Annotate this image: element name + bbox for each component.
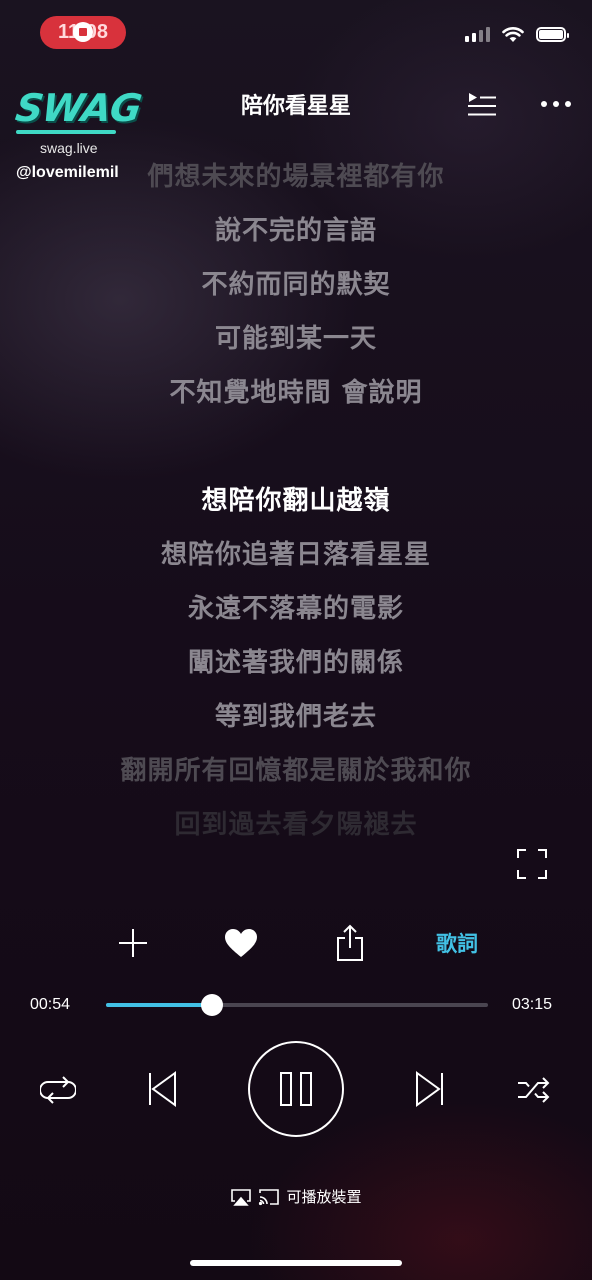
lyric-line[interactable]: 闡述著我們的關係	[0, 642, 592, 679]
lyrics-panel[interactable]: 們想未來的場景裡都有你 說不完的言語 不約而同的默契 可能到某一天 不知覺地時間…	[0, 150, 592, 840]
status-bar: 11:08	[0, 0, 592, 70]
shuffle-icon[interactable]	[514, 1070, 554, 1110]
lyric-line[interactable]: 不約而同的默契	[0, 264, 592, 301]
lyric-line[interactable]: 想陪你追著日落看星星	[0, 534, 592, 571]
fullscreen-icon[interactable]	[516, 848, 548, 880]
lyric-line[interactable]: 們想未來的場景裡都有你	[0, 156, 592, 193]
lyric-line[interactable]: 回到過去看夕陽褪去	[0, 804, 592, 840]
lyric-line[interactable]: 不知覺地時間 會說明	[0, 372, 592, 409]
brand-logo: SWAG	[12, 86, 144, 130]
airplay-icon	[231, 1188, 252, 1206]
repeat-icon[interactable]	[38, 1070, 78, 1110]
wifi-icon	[502, 27, 524, 42]
lyric-line[interactable]: 永遠不落幕的電影	[0, 588, 592, 625]
share-icon[interactable]	[327, 920, 373, 966]
progress-fill	[106, 1003, 212, 1007]
tab-lyrics[interactable]: 歌詞	[436, 928, 478, 958]
progress-slider[interactable]	[106, 994, 488, 1016]
status-icons	[465, 26, 569, 43]
elapsed-time: 00:54	[30, 996, 71, 1013]
action-row	[0, 920, 592, 966]
screen-record-icon	[73, 22, 93, 42]
lyric-line[interactable]: 可能到某一天	[0, 318, 592, 355]
previous-icon[interactable]	[142, 1068, 182, 1110]
plus-icon[interactable]	[110, 920, 156, 966]
cast-label: 可播放裝置	[286, 1188, 362, 1206]
heart-icon[interactable]	[218, 920, 264, 966]
total-time: 03:15	[512, 996, 553, 1013]
chromecast-icon	[259, 1188, 280, 1205]
pause-icon	[280, 1072, 312, 1106]
more-icon[interactable]	[540, 96, 572, 112]
cellular-signal-icon	[465, 27, 490, 42]
queue-icon[interactable]	[466, 90, 498, 118]
battery-icon	[536, 27, 569, 42]
lyric-line[interactable]: 翻開所有回憶都是關於我和你	[0, 750, 592, 787]
screen-recording-time[interactable]: 11:08	[40, 16, 126, 49]
pause-button[interactable]	[248, 1041, 344, 1137]
lyric-line-current[interactable]: 想陪你翻山越嶺	[0, 480, 592, 517]
watermark-logo: SWAG swag.live	[12, 86, 144, 156]
next-icon[interactable]	[410, 1068, 450, 1110]
cast-devices[interactable]: 可播放裝置	[0, 1186, 592, 1207]
progress-thumb[interactable]	[200, 994, 223, 1016]
home-indicator[interactable]	[190, 1260, 402, 1266]
lyric-line[interactable]: 說不完的言語	[0, 210, 592, 247]
lyric-line[interactable]: 等到我們老去	[0, 696, 592, 733]
